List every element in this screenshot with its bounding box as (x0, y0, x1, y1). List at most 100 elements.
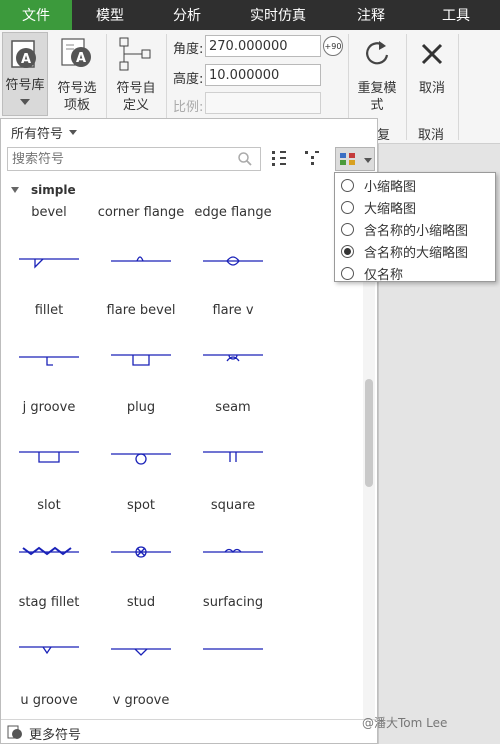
symbol-thumbnail[interactable] (109, 349, 173, 373)
repeat-mode-label-2: 式 (370, 98, 384, 113)
custom-symbol-icon (119, 37, 151, 71)
cancel-button[interactable]: 取消 (410, 32, 454, 116)
symbol-options-button[interactable]: A 符号选 项板 (52, 32, 102, 116)
menu-bar: 文件 模型 分析 实时仿真 注释 工具 (0, 0, 500, 30)
symbol-thumbnail[interactable] (201, 251, 265, 275)
height-label: 高度: (173, 72, 204, 87)
group-title: simple (31, 183, 76, 197)
tab-model[interactable]: 模型 (72, 0, 148, 30)
symbol-thumbnail[interactable] (109, 641, 173, 665)
symbol-custom-label-1: 符号自 (116, 81, 156, 96)
symbol-label[interactable]: edge flange (187, 205, 279, 220)
cancel-label: 取消 (418, 81, 445, 96)
symbol-label[interactable]: stag fillet (3, 595, 95, 610)
chevron-down-icon (20, 99, 30, 105)
ribbon-separator (406, 34, 407, 140)
angle-label: 角度: (173, 42, 204, 57)
symbol-label[interactable]: flare bevel (95, 303, 187, 318)
symbol-label[interactable]: stud (95, 595, 187, 610)
search-row (1, 147, 377, 179)
repeat-group-label: 复 (377, 128, 391, 143)
close-icon (421, 43, 443, 65)
tab-tools[interactable]: 工具 (412, 0, 500, 30)
svg-text:A: A (21, 52, 31, 67)
repeat-mode-button[interactable]: 重复模 式 (352, 32, 402, 116)
symbol-label[interactable]: plug (95, 400, 187, 415)
symbol-thumbnail[interactable] (17, 349, 81, 373)
symbol-label[interactable]: spot (95, 498, 187, 513)
filter-label: 所有符号 (11, 127, 64, 142)
view-option-small-thumb[interactable]: 小缩略图 (335, 174, 495, 196)
symbol-label[interactable]: j groove (3, 400, 95, 415)
symbol-label[interactable]: fillet (3, 303, 95, 318)
chevron-down-icon (364, 158, 372, 163)
option-label: 仅名称 (364, 267, 404, 283)
symbol-thumbnail[interactable] (17, 446, 81, 470)
symbol-thumbnail[interactable] (109, 544, 173, 568)
symbol-options-label-2: 项板 (63, 98, 90, 113)
filter-dropdown[interactable]: 所有符号 (11, 123, 78, 142)
angle-input[interactable] (205, 35, 321, 57)
panel-header: 所有符号 (1, 119, 377, 145)
thumbnail-view-icon (340, 153, 355, 165)
ribbon-separator (458, 34, 459, 140)
symbol-thumbnail[interactable] (109, 251, 173, 275)
repeat-mode-label-1: 重复模 (357, 81, 397, 96)
collapse-all-icon[interactable] (304, 150, 320, 168)
radio-button (341, 200, 354, 214)
tab-file[interactable]: 文件 (0, 0, 72, 30)
scrollbar-thumb[interactable] (365, 379, 373, 487)
symbol-thumbnail[interactable] (17, 641, 81, 665)
symbol-thumbnail[interactable] (201, 544, 265, 568)
repeat-icon (366, 41, 389, 65)
scale-label: 比例: (173, 100, 204, 115)
symbol-custom-button[interactable]: 符号自 定义 (110, 32, 162, 116)
symbol-label[interactable]: flare v (187, 303, 279, 318)
symbol-label[interactable]: bevel (3, 205, 95, 220)
symbol-label[interactable]: corner flange (95, 205, 187, 220)
symbol-library-panel: 所有符号 simple bevelcorner flangeedge flang… (0, 118, 378, 744)
tab-analysis[interactable]: 分析 (148, 0, 226, 30)
symbol-custom-label-2: 定义 (122, 98, 149, 113)
symbol-label[interactable]: surfacing (187, 595, 279, 610)
symbol-thumbnail[interactable] (109, 446, 173, 470)
svg-text:A: A (76, 51, 86, 66)
symbol-label[interactable]: slot (3, 498, 95, 513)
option-label: 大缩略图 (364, 201, 417, 217)
option-label: 含名称的大缩略图 (364, 245, 469, 261)
symbol-label[interactable]: seam (187, 400, 279, 415)
search-input[interactable] (7, 147, 261, 171)
view-option-large-thumb-named[interactable]: 含名称的大缩略图 (335, 240, 495, 262)
rotate-plus-90-button[interactable]: +90 (323, 36, 343, 56)
more-symbols-row[interactable]: 更多符号 (1, 719, 377, 743)
view-option-name-only[interactable]: 仅名称 (335, 262, 495, 284)
tab-annotation[interactable]: 注释 (330, 0, 412, 30)
view-mode-dropdown[interactable] (335, 147, 375, 171)
view-option-small-thumb-named[interactable]: 含名称的小缩略图 (335, 218, 495, 240)
tab-realtime-simulation[interactable]: 实时仿真 (226, 0, 330, 30)
watermark: @潘大Tom Lee (362, 716, 448, 730)
option-label: 小缩略图 (364, 179, 417, 195)
symbol-library-icon (7, 725, 22, 739)
symbol-library-button[interactable]: A 符号库 (2, 32, 48, 116)
cancel-group-label: 取消 (418, 128, 445, 143)
symbol-thumbnail[interactable] (201, 641, 265, 665)
symbol-label[interactable]: v groove (95, 693, 187, 708)
view-mode-menu: 小缩略图 大缩略图 含名称的小缩略图 含名称的大缩略图 仅名称 (334, 172, 496, 284)
symbol-label[interactable]: square (187, 498, 279, 513)
symbol-list: simple bevel corner flange edge flange fill… (1, 179, 361, 719)
symbol-thumbnail[interactable] (201, 349, 265, 373)
view-option-large-thumb[interactable]: 大缩略图 (335, 196, 495, 218)
symbol-library-icon: A (11, 40, 36, 68)
chevron-down-icon (69, 130, 78, 135)
expand-all-icon[interactable] (271, 150, 287, 168)
symbol-options-label-1: 符号选 (57, 81, 97, 96)
symbol-thumbnail[interactable] (17, 544, 81, 568)
height-input[interactable] (205, 64, 321, 86)
scale-input (205, 92, 321, 114)
symbol-thumbnail[interactable] (201, 446, 265, 470)
symbol-thumbnail[interactable] (17, 251, 81, 275)
symbol-label[interactable]: u groove (3, 693, 95, 708)
group-collapse-icon[interactable] (11, 187, 19, 193)
search-icon[interactable] (237, 151, 253, 167)
